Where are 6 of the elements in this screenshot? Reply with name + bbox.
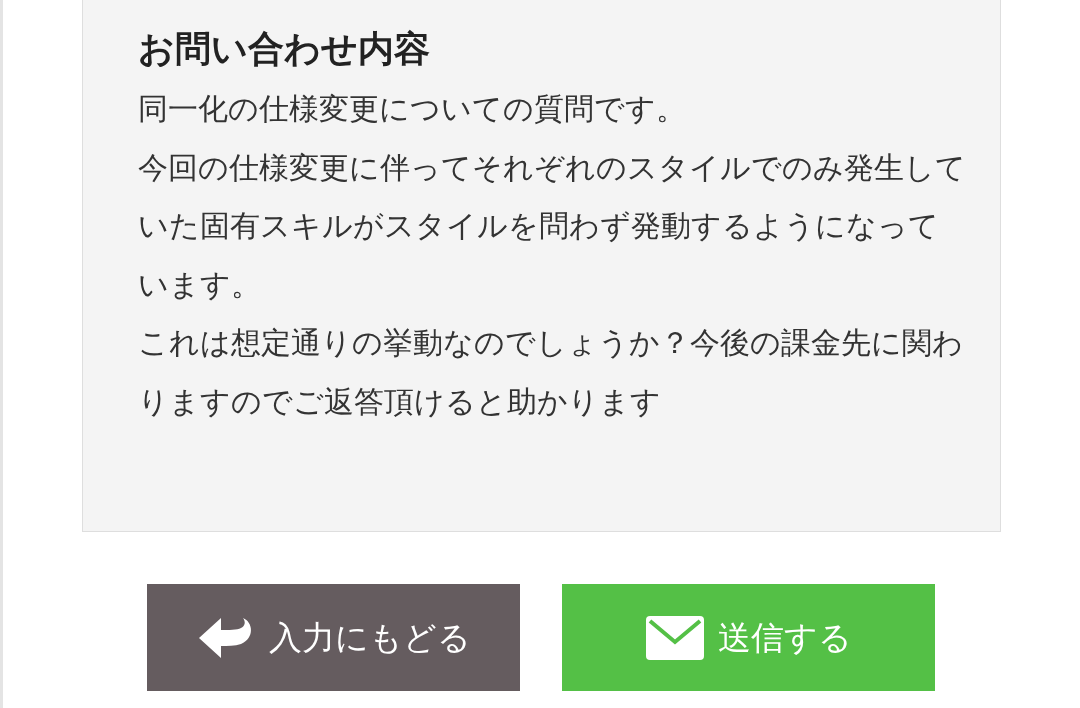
- envelope-icon: [645, 615, 704, 660]
- section-title: お問い合わせ内容: [138, 27, 431, 71]
- inquiry-text: 今回の仕様変更に伴ってそれぞれのスタイルでのみ発生していた固有スキルがスタイルを問わず発動するようになっています。: [138, 148, 967, 304]
- back-button[interactable]: 入力にもどる: [147, 584, 520, 691]
- inquiry-text: 同一化の仕様変更についての質問です。: [138, 90, 687, 128]
- inquiry-text: これは想定通りの挙動なのでしょうか？今後の課金先に関わりますのでご返答頂けると助かります: [138, 324, 964, 421]
